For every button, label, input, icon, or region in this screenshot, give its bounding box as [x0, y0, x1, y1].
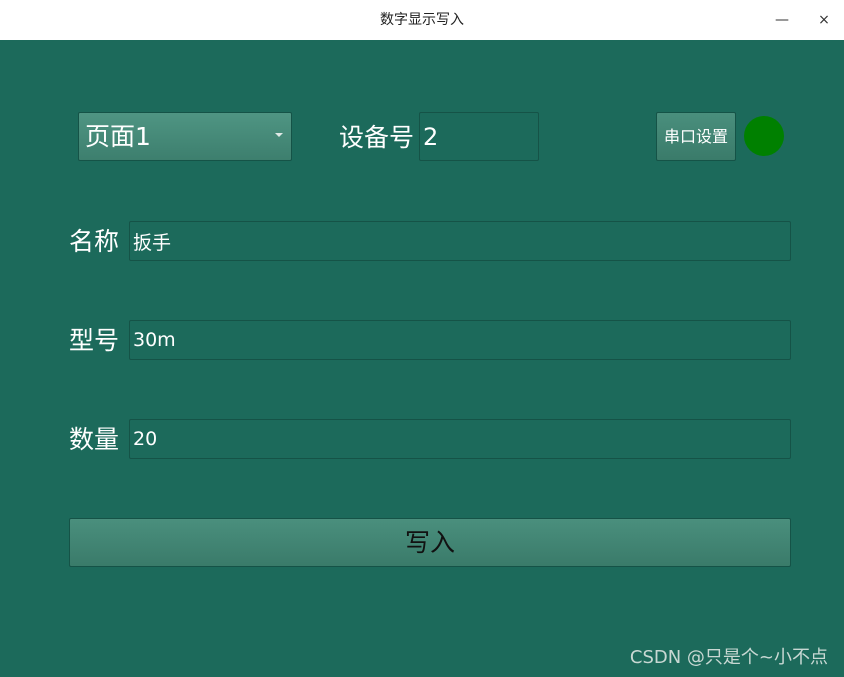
quantity-label: 数量 — [69, 425, 120, 454]
connection-status-indicator — [744, 116, 784, 156]
quantity-input[interactable] — [129, 419, 791, 459]
close-button[interactable]: × — [804, 0, 844, 40]
model-input[interactable] — [129, 320, 791, 360]
chevron-down-icon — [275, 133, 283, 137]
name-input[interactable] — [129, 221, 791, 261]
device-number-input[interactable] — [419, 112, 539, 161]
write-button[interactable]: 写入 — [69, 518, 791, 567]
model-label: 型号 — [69, 326, 120, 355]
page-select-value: 页面1 — [85, 122, 151, 151]
minimize-button[interactable]: — — [762, 0, 802, 40]
serial-settings-button[interactable]: 串口设置 — [656, 112, 736, 161]
device-number-label: 设备号 — [339, 123, 415, 152]
page-select[interactable]: 页面1 — [78, 112, 292, 161]
title-bar: 数字显示写入 — × — [0, 0, 844, 40]
window-title: 数字显示写入 — [380, 12, 464, 28]
watermark: CSDN @只是个~小不点 — [629, 647, 828, 668]
name-label: 名称 — [69, 227, 120, 256]
